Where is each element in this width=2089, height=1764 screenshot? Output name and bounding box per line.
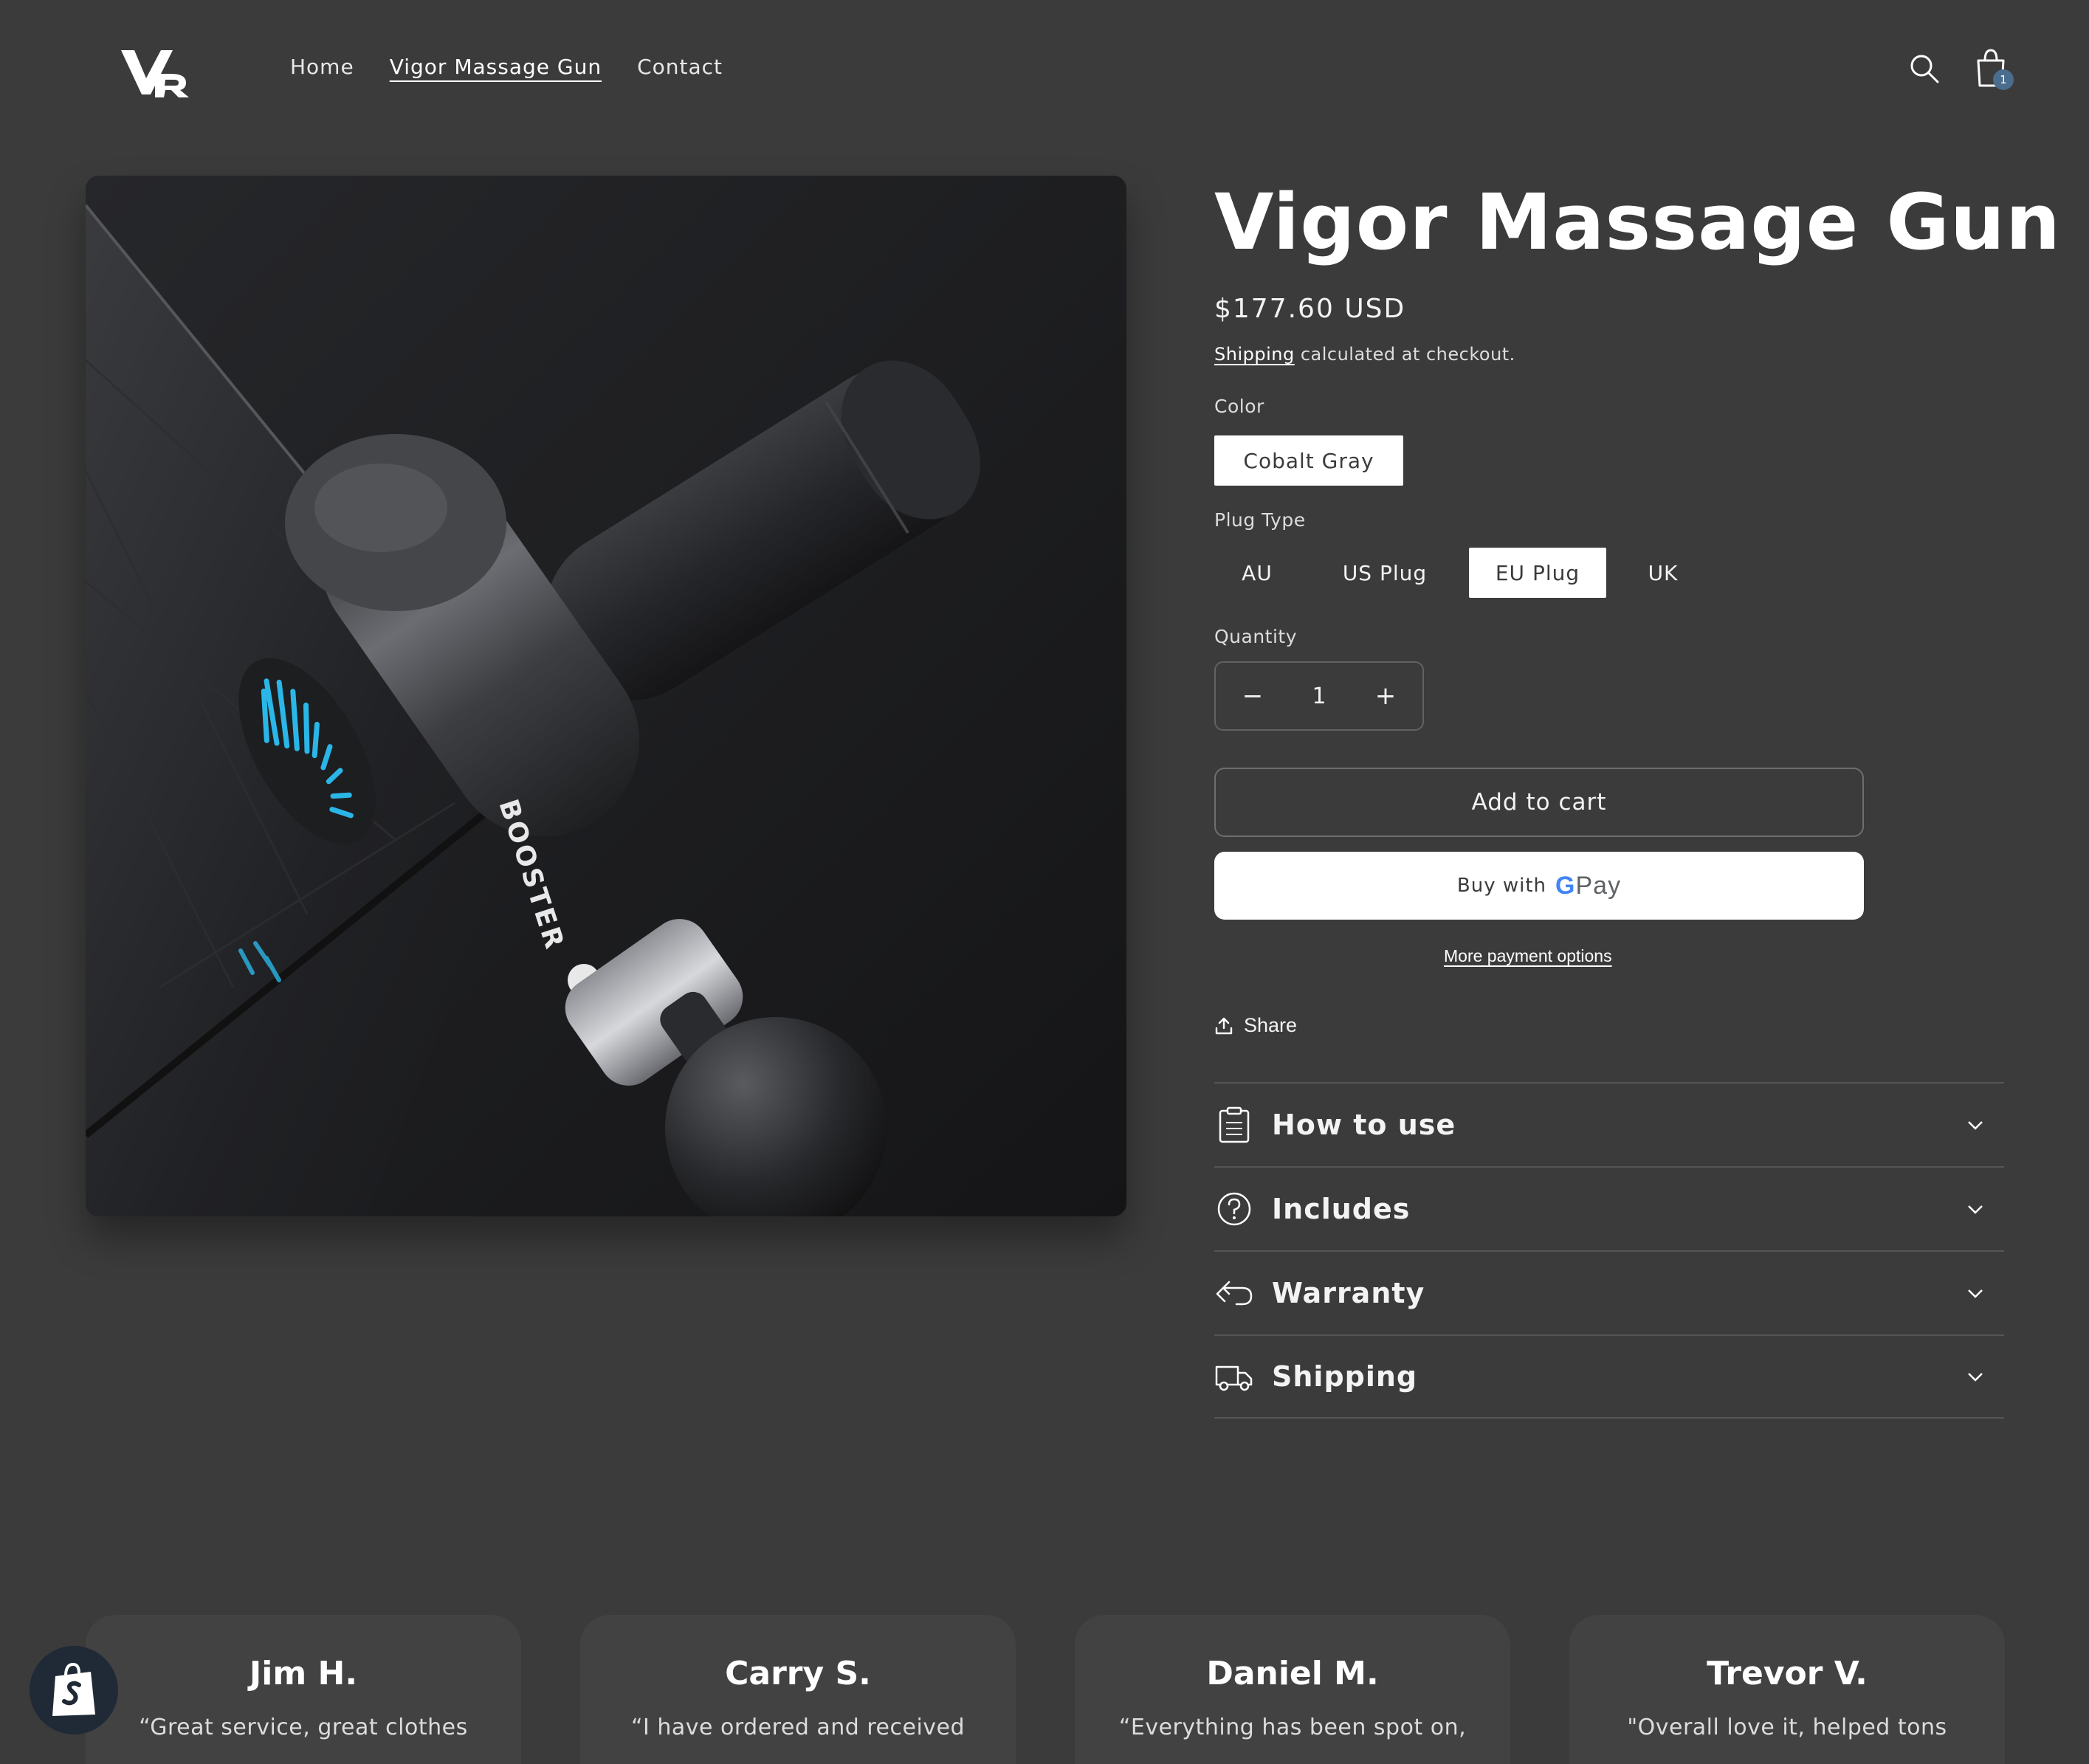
quantity-increase-button[interactable]: + [1371, 681, 1400, 711]
accordion-how-to-use[interactable]: How to use [1214, 1082, 2004, 1166]
color-label: Color [1214, 396, 1264, 417]
testimonial-quote: “Great service, great clothes [139, 1715, 468, 1740]
accordion-title: Includes [1272, 1193, 1411, 1225]
buy-with-gpay-button[interactable]: Buy with GPay [1214, 852, 1864, 920]
shipping-policy-link[interactable]: Shipping [1214, 344, 1295, 365]
nav-vigor-massage-gun[interactable]: Vigor Massage Gun [390, 55, 602, 79]
testimonial-quote: “Everything has been spot on, [1118, 1715, 1467, 1740]
clipboard-icon [1219, 1106, 1250, 1143]
accordion-title: Warranty [1272, 1277, 1425, 1309]
plug-option-uk[interactable]: UK [1624, 548, 1702, 598]
chevron-down-icon [1968, 1205, 1983, 1214]
site-header: Home Vigor Massage Gun Contact 1 [0, 0, 2089, 140]
massage-gun-photo: BOOSTER [86, 176, 1126, 1216]
quantity-decrease-button[interactable]: − [1238, 681, 1267, 711]
chevron-down-icon [1968, 1373, 1983, 1382]
testimonial-card: Daniel M. “Everything has been spot on, [1075, 1615, 1510, 1764]
nav-home[interactable]: Home [290, 55, 354, 79]
accordion-includes[interactable]: Includes [1214, 1166, 2004, 1250]
share-icon [1215, 1017, 1233, 1034]
testimonial-name: Carry S. [725, 1655, 871, 1692]
plug-type-label: Plug Type [1214, 509, 1306, 531]
nav-contact[interactable]: Contact [637, 55, 723, 79]
return-arrow-icon [1216, 1281, 1253, 1306]
accordion-title: How to use [1272, 1109, 1456, 1141]
shipping-note-text: calculated at checkout. [1294, 344, 1515, 365]
share-label: Share [1244, 1014, 1298, 1036]
buy-with-label: Buy with [1456, 875, 1547, 897]
plug-option-au[interactable]: AU [1214, 548, 1300, 598]
chevron-down-icon [1968, 1289, 1983, 1298]
plug-option-eu[interactable]: EU Plug [1469, 548, 1606, 598]
accordion-shipping[interactable]: Shipping [1214, 1334, 2004, 1419]
main-nav: Home Vigor Massage Gun Contact [290, 55, 723, 79]
quantity-stepper: − 1 + [1214, 661, 1424, 731]
google-g-icon: G [1555, 871, 1576, 900]
quantity-label: Quantity [1214, 626, 1298, 647]
truck-icon [1215, 1365, 1253, 1391]
testimonial-quote: “I have ordered and received [630, 1715, 966, 1740]
testimonial-name: Trevor V. [1707, 1655, 1868, 1692]
share-button[interactable]: Share [1214, 1014, 1297, 1037]
add-to-cart-button[interactable]: Add to cart [1214, 768, 1864, 837]
cart-count-badge: 1 [1993, 69, 2014, 90]
question-circle-icon [1217, 1192, 1251, 1226]
search-icon[interactable] [1909, 53, 1940, 84]
chevron-down-icon [1968, 1121, 1983, 1130]
quantity-input[interactable]: 1 [1312, 683, 1326, 709]
testimonial-card: Jim H. “Great service, great clothes [86, 1615, 521, 1764]
product-image[interactable]: BOOSTER [86, 176, 1126, 1216]
plug-option-us[interactable]: US Plug [1318, 548, 1451, 598]
shopify-chat-button[interactable] [30, 1646, 118, 1734]
color-option-cobalt-gray[interactable]: Cobalt Gray [1214, 435, 1403, 486]
testimonial-card: Carry S. “I have ordered and received [580, 1615, 1016, 1764]
google-pay-logo: GPay [1555, 872, 1621, 900]
shipping-note: Shipping calculated at checkout. [1214, 344, 1515, 365]
accordion-warranty[interactable]: Warranty [1214, 1250, 2004, 1334]
testimonial-name: Jim H. [249, 1655, 358, 1692]
brand-logo[interactable] [118, 44, 199, 100]
testimonial-card: Trevor V. "Overall love it, helped tons [1569, 1615, 2005, 1764]
more-payment-options-link[interactable]: More payment options [1444, 946, 1612, 966]
accordion-title: Shipping [1272, 1360, 1418, 1393]
gpay-pay-text: Pay [1575, 871, 1622, 900]
product-price: $177.60 USD [1214, 294, 1406, 324]
shopify-bag-icon [52, 1662, 95, 1716]
testimonial-quote: "Overall love it, helped tons [1627, 1715, 1947, 1740]
testimonial-name: Daniel M. [1206, 1655, 1379, 1692]
product-title: Vigor Massage Gun [1214, 177, 2061, 267]
